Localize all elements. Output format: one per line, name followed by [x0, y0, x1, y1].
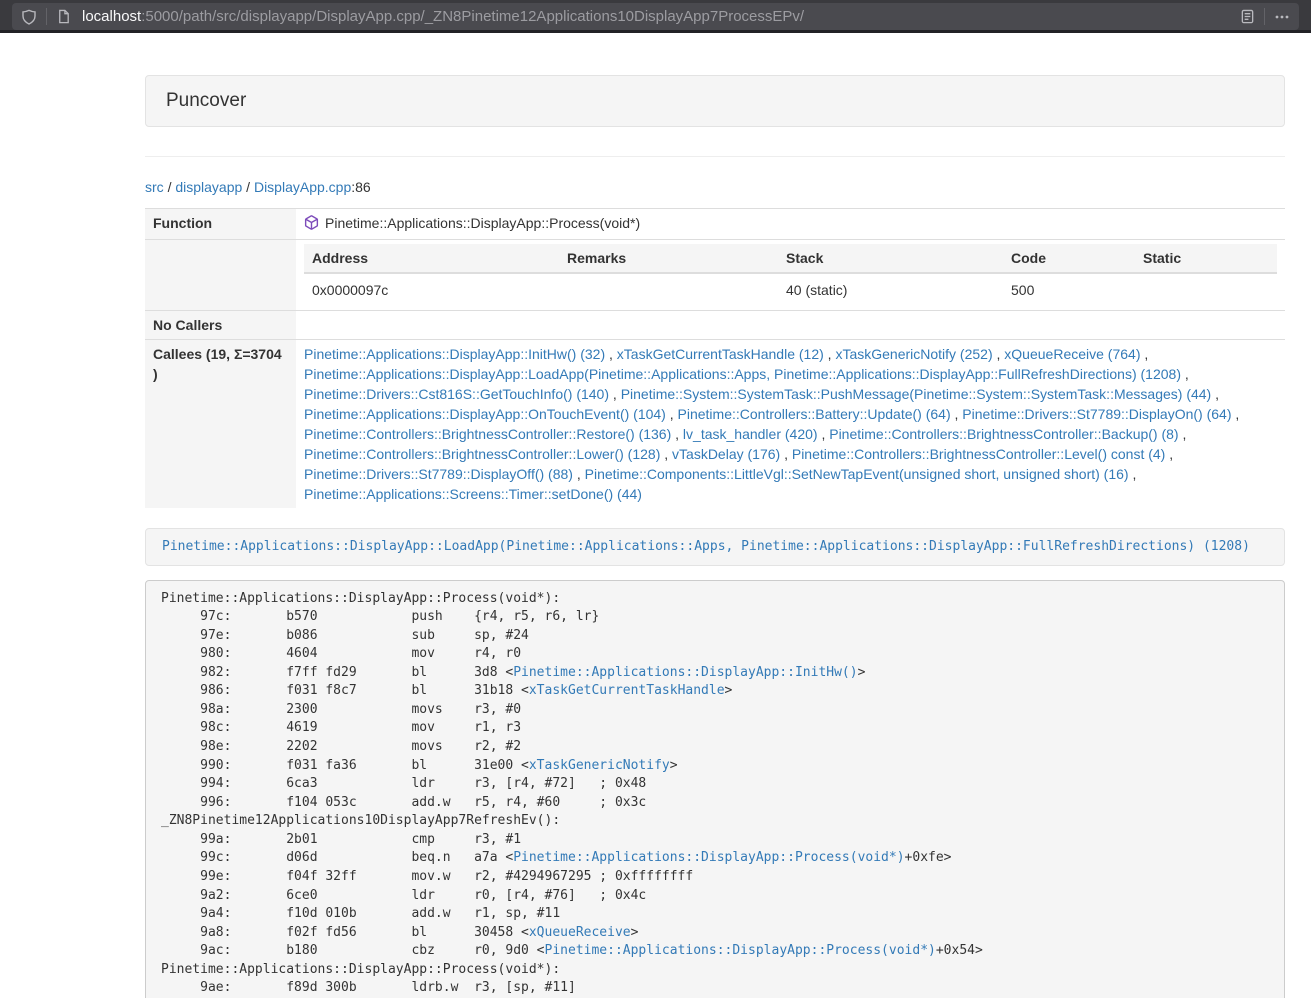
- static-value: [1135, 273, 1277, 306]
- largest-callee-link[interactable]: Pinetime::Applications::DisplayApp::Load…: [162, 539, 1250, 554]
- function-name: Pinetime::Applications::DisplayApp::Proc…: [325, 213, 640, 233]
- callee-separator: ,: [1232, 406, 1240, 422]
- asm-symbol-link[interactable]: Pinetime::Applications::DisplayApp::Proc…: [545, 943, 936, 958]
- callee-link[interactable]: Pinetime::Applications::Screens::Timer::…: [304, 486, 642, 502]
- function-label: Function: [145, 209, 296, 240]
- stack-value: 40 (static): [778, 273, 1003, 306]
- callee-link[interactable]: Pinetime::Applications::DisplayApp::Load…: [304, 366, 1181, 382]
- divider: [145, 156, 1285, 157]
- breadcrumb-separator: /: [246, 179, 250, 195]
- column-address: Address: [304, 244, 559, 273]
- symbol-cube-icon: [304, 215, 319, 235]
- callee-link[interactable]: Pinetime::Controllers::Battery::Update()…: [678, 406, 951, 422]
- browser-toolbar: localhost:5000/path/src/displayapp/Displ…: [0, 0, 1311, 33]
- callee-link[interactable]: Pinetime::System::SystemTask::PushMessag…: [621, 386, 1212, 402]
- callee-link[interactable]: Pinetime::Components::LittleVgl::SetNewT…: [585, 466, 1129, 482]
- callee-link[interactable]: xQueueReceive (764): [1004, 346, 1140, 362]
- no-callers-row: No Callers: [145, 311, 1285, 340]
- address-value: 0x0000097c: [304, 273, 559, 306]
- remarks-value: [559, 273, 778, 306]
- callee-separator: ,: [1165, 446, 1173, 462]
- app-title-panel: Puncover: [145, 75, 1285, 127]
- callee-link[interactable]: Pinetime::Drivers::St7789::DisplayOff() …: [304, 466, 573, 482]
- breadcrumb-separator: /: [168, 179, 172, 195]
- callee-link[interactable]: Pinetime::Controllers::BrightnessControl…: [304, 426, 671, 442]
- page-identity-icon[interactable]: [47, 3, 80, 30]
- metrics-row: Address Remarks Stack Code Static 0x0000…: [145, 240, 1285, 311]
- page-content: Puncover src / displayapp / DisplayApp.c…: [145, 75, 1285, 998]
- metrics-table: Address Remarks Stack Code Static 0x0000…: [304, 244, 1277, 306]
- asm-symbol-link[interactable]: xTaskGenericNotify: [529, 758, 670, 773]
- callee-link[interactable]: Pinetime::Applications::DisplayApp::OnTo…: [304, 406, 666, 422]
- callee-separator: ,: [951, 406, 963, 422]
- callee-link[interactable]: Pinetime::Drivers::Cst816S::GetTouchInfo…: [304, 386, 609, 402]
- callees-label: Callees (19, Σ=3704 ): [145, 340, 296, 509]
- asm-symbol-link[interactable]: Pinetime::Applications::DisplayApp::Proc…: [513, 850, 904, 865]
- callee-link[interactable]: Pinetime::Drivers::St7789::DisplayOn() (…: [962, 406, 1231, 422]
- url-bar[interactable]: localhost:5000/path/src/displayapp/Displ…: [12, 3, 1299, 30]
- callee-separator: ,: [1129, 466, 1137, 482]
- function-row: Function Pinetime::Applications::Display…: [145, 209, 1285, 240]
- callee-link[interactable]: Pinetime::Applications::DisplayApp::Init…: [304, 346, 605, 362]
- callee-separator: ,: [1179, 426, 1187, 442]
- callee-separator: ,: [824, 346, 836, 362]
- callee-link[interactable]: xTaskGenericNotify (252): [835, 346, 992, 362]
- reader-view-icon[interactable]: [1231, 3, 1264, 30]
- metrics-values-row: 0x0000097c 40 (static) 500: [304, 273, 1277, 306]
- breadcrumb-src[interactable]: src: [145, 179, 164, 195]
- callees-row: Callees (19, Σ=3704 ) Pinetime::Applicat…: [145, 340, 1285, 509]
- url-text: localhost:5000/path/src/displayapp/Displ…: [80, 8, 1231, 25]
- callee-link[interactable]: Pinetime::Controllers::BrightnessControl…: [829, 426, 1178, 442]
- callee-separator: ,: [818, 426, 830, 442]
- asm-symbol-link[interactable]: xQueueReceive: [529, 925, 631, 940]
- callee-link[interactable]: lv_task_handler (420): [683, 426, 818, 442]
- callees-list: Pinetime::Applications::DisplayApp::Init…: [296, 340, 1285, 509]
- largest-callee-box: Pinetime::Applications::DisplayApp::Load…: [145, 528, 1285, 566]
- callee-separator: ,: [609, 386, 621, 402]
- code-value: 500: [1003, 273, 1135, 306]
- column-stack: Stack: [778, 244, 1003, 273]
- url-host: localhost: [82, 8, 141, 25]
- page-title: Puncover: [166, 90, 246, 111]
- callee-separator: ,: [671, 426, 683, 442]
- callee-link[interactable]: xTaskGetCurrentTaskHandle (12): [617, 346, 824, 362]
- callee-separator: ,: [780, 446, 792, 462]
- callee-separator: ,: [1181, 366, 1189, 382]
- asm-symbol-link[interactable]: xTaskGetCurrentTaskHandle: [529, 683, 725, 698]
- callee-link[interactable]: Pinetime::Controllers::BrightnessControl…: [792, 446, 1165, 462]
- metrics-row-label: [145, 240, 296, 311]
- callee-separator: ,: [660, 446, 672, 462]
- callee-separator: ,: [1140, 346, 1148, 362]
- shield-icon[interactable]: [12, 3, 46, 30]
- callee-separator: ,: [573, 466, 585, 482]
- page-actions-menu-icon[interactable]: [1265, 3, 1299, 30]
- breadcrumb: src / displayapp / DisplayApp.cpp:86: [145, 177, 1285, 197]
- function-table: Function Pinetime::Applications::Display…: [145, 208, 1285, 508]
- callee-link[interactable]: vTaskDelay (176): [672, 446, 780, 462]
- callee-separator: ,: [1211, 386, 1219, 402]
- column-static: Static: [1135, 244, 1277, 273]
- breadcrumb-displayapp[interactable]: displayapp: [175, 179, 242, 195]
- breadcrumb-file[interactable]: DisplayApp.cpp: [254, 179, 351, 195]
- callee-separator: ,: [605, 346, 617, 362]
- breadcrumb-line-number: :86: [351, 179, 370, 195]
- disassembly-listing: Pinetime::Applications::DisplayApp::Proc…: [145, 580, 1285, 998]
- column-remarks: Remarks: [559, 244, 778, 273]
- callee-link[interactable]: Pinetime::Controllers::BrightnessControl…: [304, 446, 660, 462]
- callee-separator: ,: [666, 406, 678, 422]
- column-code: Code: [1003, 244, 1135, 273]
- no-callers-label: No Callers: [145, 311, 296, 340]
- asm-symbol-link[interactable]: Pinetime::Applications::DisplayApp::Init…: [513, 665, 857, 680]
- url-path: :5000/path/src/displayapp/DisplayApp.cpp…: [141, 8, 804, 25]
- callee-separator: ,: [993, 346, 1005, 362]
